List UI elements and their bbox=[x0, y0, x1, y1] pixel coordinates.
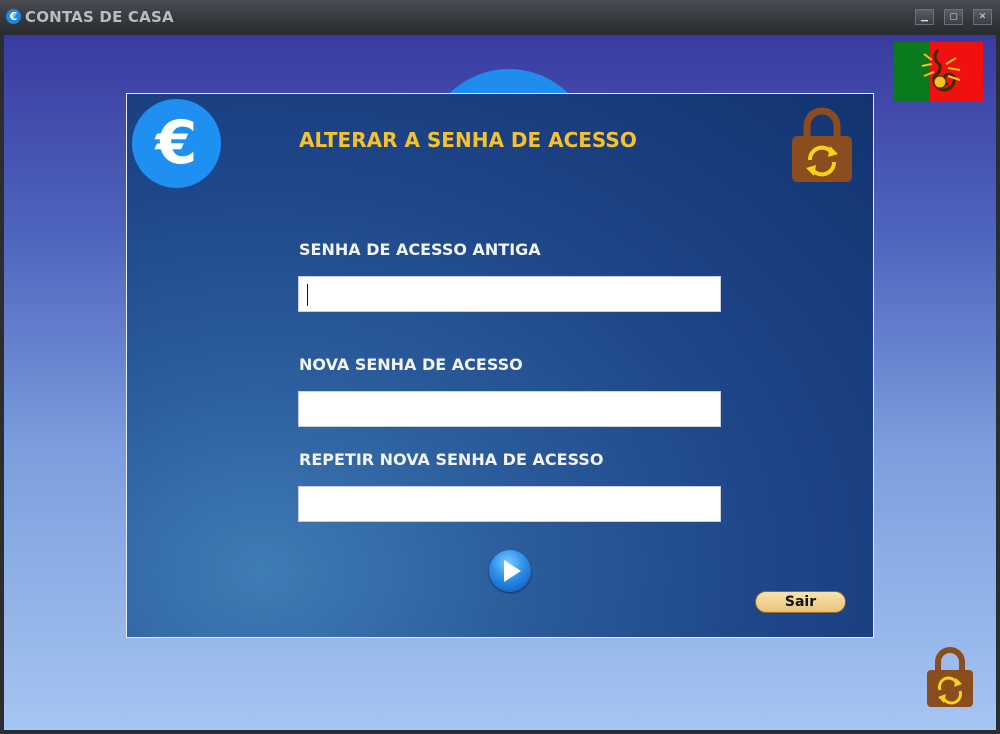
old-password-label: SENHA DE ACESSO ANTIGA bbox=[299, 240, 541, 259]
euro-icon: € bbox=[6, 9, 21, 24]
dialog-title: ALTERAR A SENHA DE ACESSO bbox=[299, 128, 637, 152]
confirm-button[interactable] bbox=[489, 550, 531, 592]
window-title: CONTAS DE CASA bbox=[25, 8, 174, 26]
close-button[interactable]: ✕ bbox=[973, 9, 992, 25]
change-password-dialog: € ALTERAR A SENHA DE ACESSO SENHA DE ACE… bbox=[126, 93, 874, 638]
lock-refresh-icon bbox=[792, 107, 852, 182]
minimize-icon: ▁ bbox=[921, 12, 928, 22]
new-password-label: NOVA SENHA DE ACESSO bbox=[299, 355, 523, 374]
old-password-field[interactable] bbox=[298, 276, 721, 312]
play-icon bbox=[504, 560, 521, 582]
portugal-flag-icon bbox=[894, 42, 983, 102]
maximize-button[interactable]: ▢ bbox=[944, 9, 963, 25]
lock-refresh-icon[interactable] bbox=[926, 645, 974, 709]
repeat-password-label: REPETIR NOVA SENHA DE ACESSO bbox=[299, 450, 604, 469]
exit-button[interactable]: Sair bbox=[755, 591, 846, 613]
close-icon: ✕ bbox=[978, 12, 987, 22]
main-window-area: € ALTERAR A SENHA DE ACESSO SENHA DE ACE… bbox=[4, 35, 996, 730]
euro-logo-icon: € bbox=[132, 99, 221, 188]
new-password-field[interactable] bbox=[298, 391, 721, 427]
title-bar: € CONTAS DE CASA ▁ ▢ ✕ bbox=[0, 0, 1000, 34]
text-caret bbox=[307, 284, 308, 306]
repeat-password-field[interactable] bbox=[298, 486, 721, 522]
maximize-icon: ▢ bbox=[949, 12, 958, 22]
minimize-button[interactable]: ▁ bbox=[915, 9, 934, 25]
